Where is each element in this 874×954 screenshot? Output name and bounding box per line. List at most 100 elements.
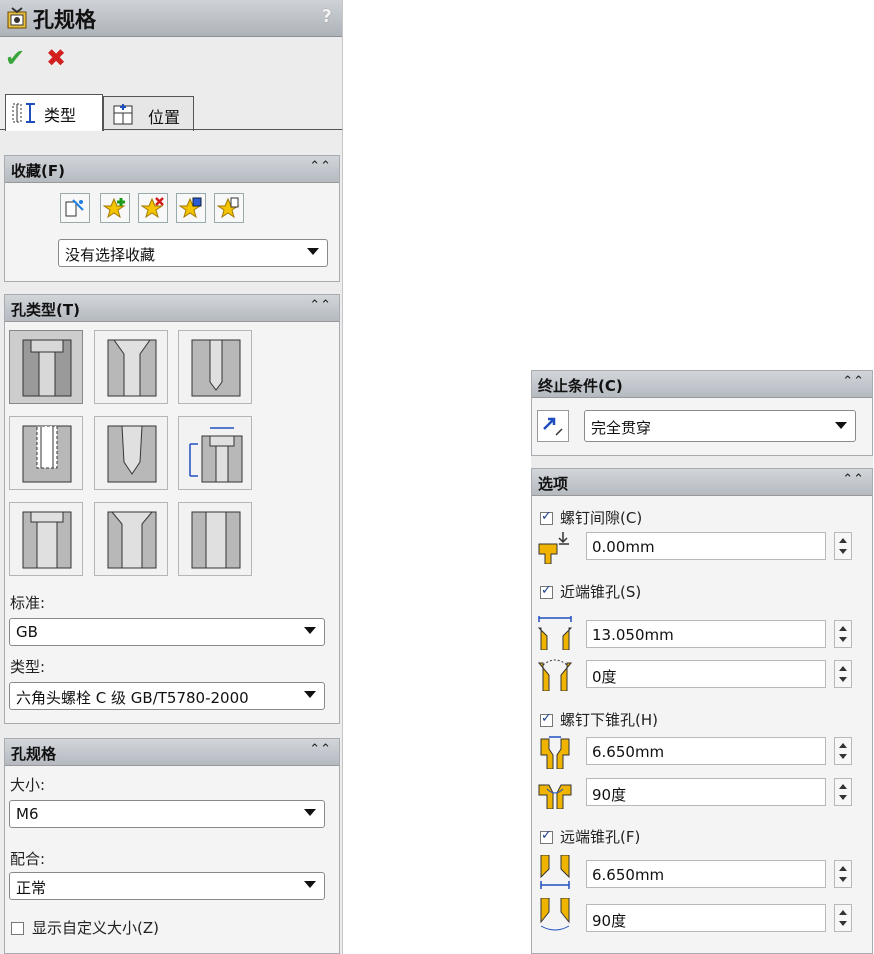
far-csk-label: 远端锥孔(F)	[560, 828, 641, 846]
under-head-csk-diameter-spinner[interactable]: 6.650mm	[586, 737, 852, 765]
tapped-hole-icon	[22, 425, 72, 483]
favorites-header[interactable]: 收藏(F) ⌃⌃	[5, 156, 339, 183]
under-head-csk-angle-spinner[interactable]: 90度	[586, 778, 852, 806]
tab-type[interactable]: 类型	[5, 94, 103, 131]
options-title: 选项	[538, 475, 569, 493]
reverse-direction-button[interactable]	[537, 410, 569, 442]
collapse-icon[interactable]: ⌃⌃	[309, 159, 331, 174]
dropdown-arrow-icon	[835, 422, 847, 429]
load-favorite-button[interactable]	[214, 193, 244, 223]
near-csk-angle-input[interactable]: 0度	[586, 660, 826, 688]
dropdown-arrow-icon	[307, 248, 319, 255]
hole-spec-header[interactable]: 孔规格 ⌃⌃	[5, 739, 339, 766]
dropdown-arrow-icon	[304, 881, 316, 888]
near-csk-angle-spinner[interactable]: 0度	[586, 660, 852, 688]
counterbore-slot-type-button[interactable]	[9, 502, 83, 576]
near-csk-angle-stepper[interactable]	[834, 660, 852, 688]
under-head-csk-label: 螺钉下锥孔(H)	[560, 711, 658, 729]
far-csk-angle-input[interactable]: 90度	[586, 904, 826, 932]
far-csk-angle-spinner[interactable]: 90度	[586, 904, 852, 932]
custom-size-label: 显示自定义大小(Z)	[32, 919, 159, 937]
type-select-value: 六角头螺栓 C 级 GB/T5780-2000	[16, 689, 249, 707]
collapse-icon[interactable]: ⌃⌃	[842, 472, 864, 487]
far-csk-diameter-icon	[540, 855, 570, 889]
head-clearance-spinner[interactable]: 0.00mm	[586, 532, 852, 560]
slot-icon	[191, 511, 241, 569]
end-condition-select[interactable]: 完全贯穿	[584, 410, 856, 442]
add-favorite-button[interactable]	[100, 193, 130, 223]
favorites-select[interactable]: 没有选择收藏	[58, 239, 328, 267]
simple-hole-type-button[interactable]	[178, 330, 252, 404]
delete-favorite-button[interactable]	[138, 193, 168, 223]
far-csk-angle-value: 90度	[592, 912, 627, 930]
size-select[interactable]: M6	[9, 800, 325, 828]
under-head-csk-checkbox[interactable]	[540, 711, 553, 727]
under-head-csk-diameter-icon	[540, 736, 570, 769]
far-csk-diameter-spinner[interactable]: 6.650mm	[586, 860, 852, 888]
tab-position[interactable]: 位置	[103, 96, 194, 131]
counterbore-type-button[interactable]	[9, 330, 83, 404]
hole-wizard-icon	[7, 7, 27, 29]
cancel-button[interactable]: ✖	[46, 44, 66, 72]
head-clearance-checkbox[interactable]	[540, 509, 553, 525]
countersink-slot-type-button[interactable]	[94, 502, 168, 576]
far-csk-angle-stepper[interactable]	[834, 904, 852, 932]
near-csk-checkbox[interactable]	[540, 583, 553, 599]
near-csk-diameter-input[interactable]: 13.050mm	[586, 620, 826, 648]
options-panel: 终止条件(C) ⌃⌃ 完全贯穿 选项 ⌃⌃ 螺钉间隙(C) 0.00mm 近端锥…	[531, 370, 873, 954]
under-head-csk-diameter-stepper[interactable]	[834, 737, 852, 765]
near-csk-diameter-spinner[interactable]: 13.050mm	[586, 620, 852, 648]
head-clearance-icon	[538, 532, 569, 564]
save-favorite-button[interactable]	[176, 193, 206, 223]
head-clearance-input[interactable]: 0.00mm	[586, 532, 826, 560]
standard-select[interactable]: GB	[9, 618, 325, 646]
collapse-icon[interactable]: ⌃⌃	[309, 742, 331, 757]
legacy-hole-icon	[189, 427, 243, 483]
head-clearance-label: 螺钉间隙(C)	[560, 509, 643, 527]
under-head-csk-angle-stepper[interactable]	[834, 778, 852, 806]
end-condition-value: 完全贯穿	[591, 419, 652, 437]
fit-select[interactable]: 正常	[9, 872, 325, 900]
property-manager-panel: 孔规格 ? ✔ ✖ 类型 位置 收藏(F) ⌃⌃ 没有选择收藏 孔类型(T) ⌃…	[0, 0, 343, 954]
far-csk-diameter-input[interactable]: 6.650mm	[586, 860, 826, 888]
custom-size-checkbox[interactable]	[11, 922, 24, 935]
under-head-csk-diameter-value: 6.650mm	[592, 743, 665, 761]
help-icon[interactable]: ?	[322, 6, 332, 27]
counterbore-slot-icon	[22, 511, 72, 569]
near-csk-diameter-stepper[interactable]	[834, 620, 852, 648]
hole-type-header[interactable]: 孔类型(T) ⌃⌃	[5, 295, 339, 322]
hole-type-icon	[12, 103, 35, 123]
pipe-tap-type-button[interactable]	[94, 416, 168, 490]
tapped-hole-type-button[interactable]	[9, 416, 83, 490]
head-clearance-stepper[interactable]	[834, 532, 852, 560]
slot-type-button[interactable]	[178, 502, 252, 576]
end-condition-header[interactable]: 终止条件(C) ⌃⌃	[532, 371, 872, 398]
ok-button[interactable]: ✔	[5, 44, 25, 72]
far-csk-checkbox[interactable]	[540, 828, 553, 844]
collapse-icon[interactable]: ⌃⌃	[842, 374, 864, 389]
under-head-csk-diameter-input[interactable]: 6.650mm	[586, 737, 826, 765]
hole-type-title: 孔类型(T)	[11, 301, 80, 319]
size-label: 大小:	[10, 776, 46, 794]
far-csk-diameter-stepper[interactable]	[834, 860, 852, 888]
head-clearance-value: 0.00mm	[592, 538, 655, 556]
countersink-type-button[interactable]	[94, 330, 168, 404]
reverse-direction-icon	[543, 417, 563, 436]
legacy-hole-type-button[interactable]	[178, 416, 252, 490]
standard-label: 标准:	[10, 594, 46, 612]
tab-type-label: 类型	[44, 106, 77, 125]
near-csk-diameter-icon	[537, 616, 573, 650]
under-head-csk-angle-input[interactable]: 90度	[586, 778, 826, 806]
apply-defaults-button[interactable]	[60, 193, 90, 223]
dropdown-arrow-icon	[304, 627, 316, 634]
type-select[interactable]: 六角头螺栓 C 级 GB/T5780-2000	[9, 682, 325, 710]
dropdown-arrow-icon	[304, 691, 316, 698]
favorites-title: 收藏(F)	[11, 162, 65, 180]
star-add-icon	[103, 197, 126, 219]
far-csk-angle-icon	[540, 898, 570, 931]
collapse-icon[interactable]: ⌃⌃	[309, 298, 331, 313]
pipe-tap-icon	[107, 425, 157, 483]
fit-label: 配合:	[10, 850, 46, 868]
favorites-select-value: 没有选择收藏	[65, 246, 156, 264]
options-header[interactable]: 选项 ⌃⌃	[532, 469, 872, 496]
